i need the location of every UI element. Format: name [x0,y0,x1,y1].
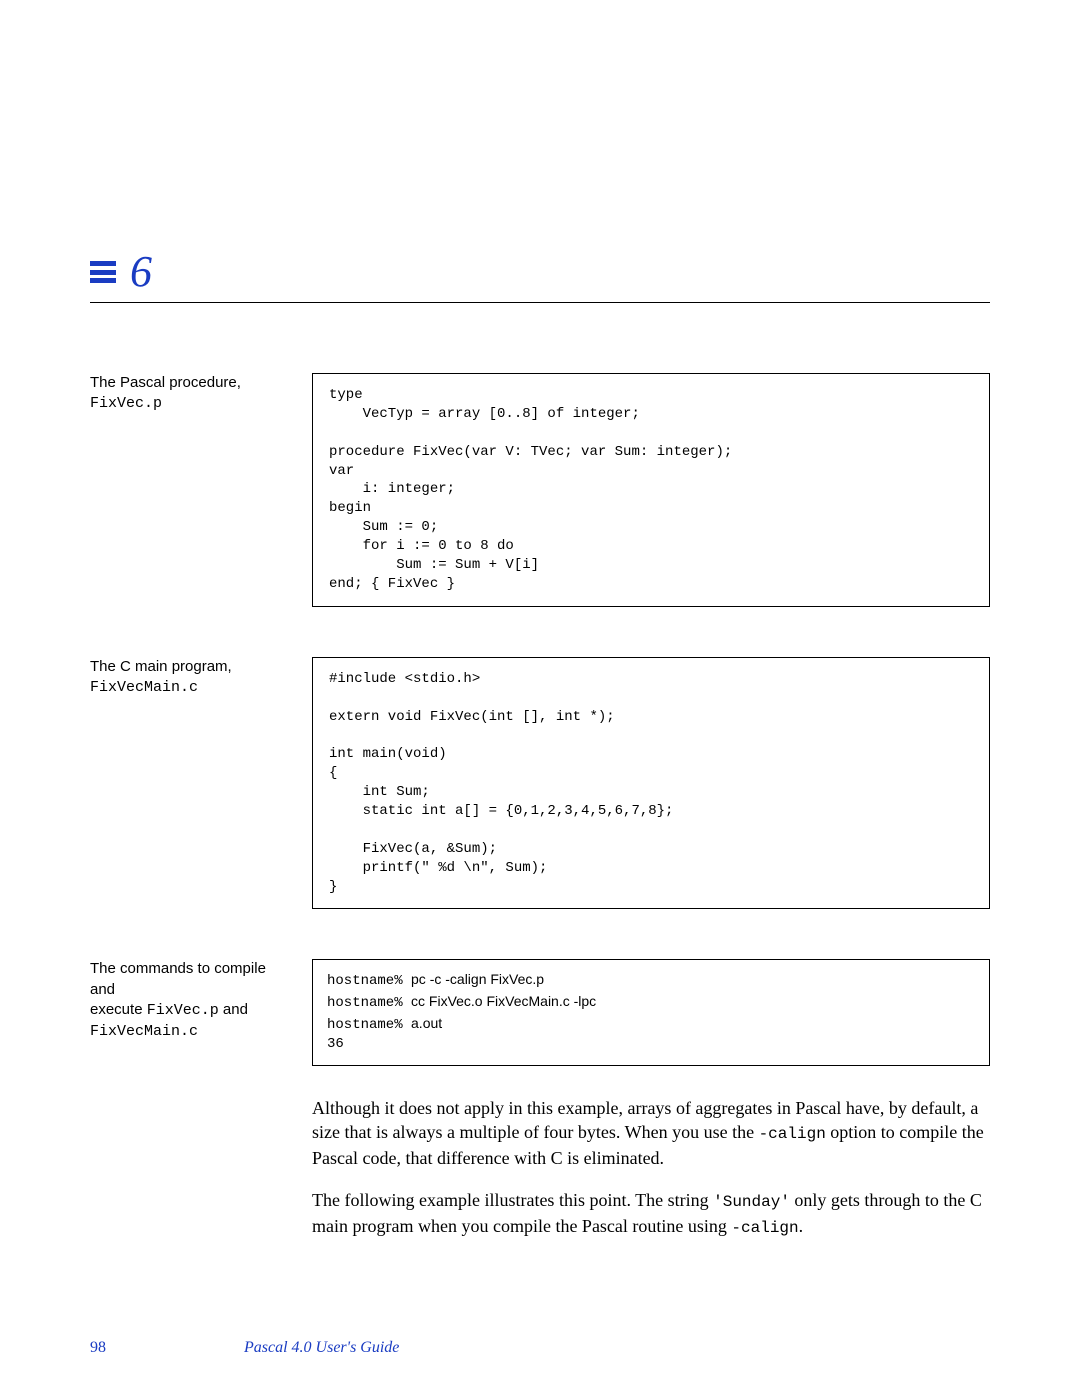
header-rule [90,302,990,303]
pascal-example-row: The Pascal procedure, FixVec.p type VecT… [90,373,990,607]
chapter-icon [90,261,116,283]
cmd-line-1: hostname% pc -c -calign FixVec.p [327,970,975,992]
commands-box: hostname% pc -c -calign FixVec.p hostnam… [312,959,990,1065]
cmd-line-3: hostname% a.out [327,1014,975,1036]
chapter-number: 6 [130,250,152,294]
inline-code: 'Sunday' [713,1193,790,1211]
inline-code: -calign [759,1125,826,1143]
caption-filename: FixVec.p [90,395,162,412]
commands-row: The commands to compile and execute FixV… [90,959,990,1065]
caption-file1: FixVec.p [147,1002,219,1019]
caption-line2b: and [219,1001,248,1018]
c-caption: The C main program, FixVecMain.c [90,657,290,910]
typed-cmd: cc FixVec.o FixVecMain.c -lpc [411,993,596,1009]
text: . [799,1216,804,1236]
chapter-header: 6 [90,250,990,294]
typed-cmd: a.out [411,1015,442,1031]
c-example-row: The C main program, FixVecMain.c #includ… [90,657,990,910]
pascal-caption: The Pascal procedure, FixVec.p [90,373,290,607]
page-number: 98 [90,1339,106,1357]
c-code-box: #include <stdio.h> extern void FixVec(in… [312,657,990,910]
page: 6 The Pascal procedure, FixVec.p type Ve… [0,0,1080,1350]
text: The following example illustrates this p… [312,1190,713,1210]
commands-caption: The commands to compile and execute FixV… [90,959,290,1065]
page-footer: 98 Pascal 4.0 User's Guide [90,1339,990,1357]
body-paragraph-2: The following example illustrates this p… [312,1188,990,1239]
caption-text: The Pascal procedure, [90,374,241,391]
cmd-output: 36 [327,1035,975,1055]
caption-text: The C main program, [90,658,232,675]
prompt: hostname% [327,995,411,1011]
inline-code: -calign [731,1219,798,1237]
body-paragraph-1: Although it does not apply in this examp… [312,1096,990,1170]
pascal-code-box: type VecTyp = array [0..8] of integer; p… [312,373,990,607]
cmd-line-2: hostname% cc FixVec.o FixVecMain.c -lpc [327,992,975,1014]
book-title: Pascal 4.0 User's Guide [244,1339,399,1357]
typed-cmd: pc -c -calign FixVec.p [411,971,544,987]
caption-file2: FixVecMain.c [90,1023,198,1040]
caption-line1: The commands to compile and [90,960,266,997]
caption-filename: FixVecMain.c [90,679,198,696]
caption-line2a: execute [90,1001,147,1018]
prompt: hostname% [327,1017,411,1033]
prompt: hostname% [327,973,411,989]
